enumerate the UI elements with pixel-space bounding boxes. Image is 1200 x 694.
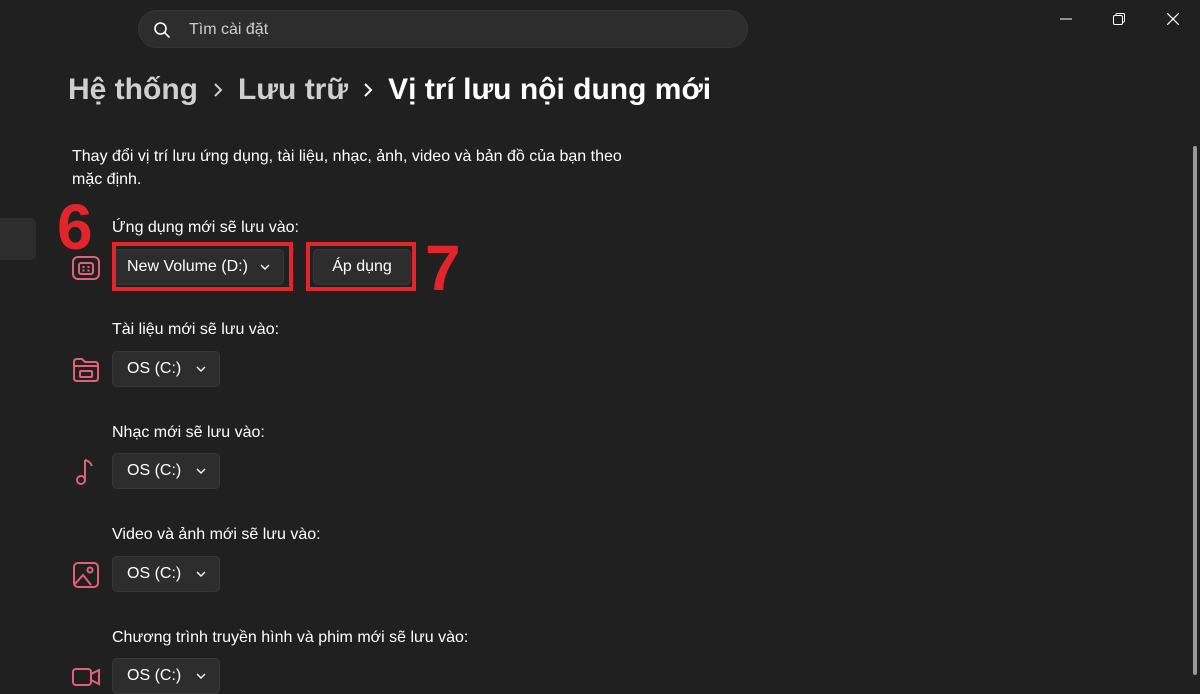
search-input[interactable] — [187, 11, 731, 49]
search-box[interactable] — [138, 10, 748, 49]
breadcrumb-system[interactable]: Hệ thống — [68, 73, 198, 107]
documents-save-label: Tài liệu mới sẽ lưu vào: — [112, 321, 280, 338]
documents-drive-value: OS (C:) — [127, 360, 182, 377]
chevron-right-icon — [198, 82, 238, 98]
music-icon — [76, 459, 93, 485]
step-7-marker: 7 — [425, 232, 461, 304]
folder-icon — [73, 358, 99, 382]
minimize-icon — [1059, 18, 1072, 20]
page-description: Thay đổi vị trí lưu ứng dụng, tài liệu, … — [72, 148, 622, 188]
sidebar-selected-item[interactable] — [0, 218, 36, 260]
image-icon — [73, 562, 99, 588]
highlight-dropdown-box — [112, 242, 293, 291]
photos-save-label: Video và ảnh mới sẽ lưu vào: — [112, 526, 321, 543]
chevron-down-icon — [196, 468, 206, 474]
close-button[interactable] — [1145, 0, 1200, 38]
movies-drive-dropdown[interactable]: OS (C:) — [112, 658, 220, 694]
scrollbar[interactable] — [1193, 146, 1197, 675]
breadcrumb: Hệ thống Lưu trữ Vị trí lưu nội dung mới — [68, 70, 711, 110]
step-6-marker: 6 — [57, 191, 93, 263]
chevron-down-icon — [196, 366, 206, 372]
close-icon — [1166, 13, 1179, 25]
chevron-down-icon — [196, 673, 206, 679]
search-icon — [153, 21, 171, 39]
minimize-button[interactable] — [1038, 0, 1093, 38]
documents-drive-dropdown[interactable]: OS (C:) — [112, 351, 220, 387]
video-camera-icon — [72, 668, 100, 686]
photos-drive-value: OS (C:) — [127, 565, 182, 582]
chevron-right-icon — [348, 82, 388, 98]
music-drive-dropdown[interactable]: OS (C:) — [112, 453, 220, 489]
restore-button[interactable] — [1091, 0, 1146, 38]
page-title: Vị trí lưu nội dung mới — [388, 73, 712, 106]
restore-icon — [1112, 13, 1125, 25]
apps-save-label: Ứng dụng mới sẽ lưu vào: — [112, 219, 299, 236]
music-save-label: Nhạc mới sẽ lưu vào: — [112, 424, 265, 441]
photos-drive-dropdown[interactable]: OS (C:) — [112, 556, 220, 592]
highlight-apply-box — [306, 242, 416, 291]
movies-save-label: Chương trình truyền hình và phim mới sẽ … — [112, 629, 469, 646]
music-drive-value: OS (C:) — [127, 462, 182, 479]
movies-drive-value: OS (C:) — [127, 667, 182, 684]
chevron-down-icon — [196, 571, 206, 577]
breadcrumb-storage[interactable]: Lưu trữ — [238, 73, 348, 107]
